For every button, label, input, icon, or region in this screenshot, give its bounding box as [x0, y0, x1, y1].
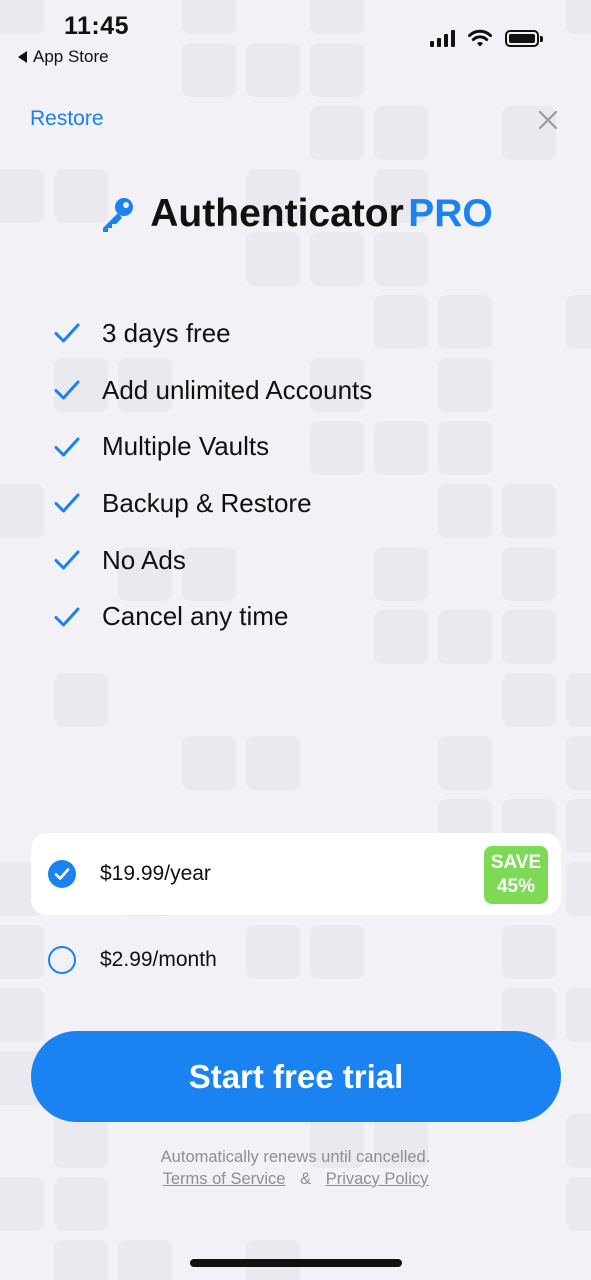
ampersand: &: [300, 1170, 312, 1188]
back-to-app-store[interactable]: App Store: [18, 47, 109, 67]
status-icons: [430, 28, 543, 48]
back-label: App Store: [33, 47, 109, 66]
checkmark-icon: [54, 380, 80, 400]
back-arrow-icon: [18, 51, 27, 63]
save-badge-line2: 45%: [496, 876, 536, 897]
checkmark-icon: [54, 437, 80, 457]
title-text: Authenticator: [150, 192, 404, 235]
plan-monthly-price: $2.99/month: [100, 948, 217, 971]
close-icon[interactable]: [532, 104, 564, 136]
start-free-trial-button[interactable]: Start free trial: [31, 1031, 561, 1122]
feature-label: No Ads: [102, 544, 186, 575]
feature-label: Multiple Vaults: [102, 431, 270, 462]
feature-label: Backup & Restore: [102, 487, 312, 518]
restore-button[interactable]: Restore: [30, 107, 104, 131]
feature-item: Cancel any time: [52, 588, 372, 645]
checkmark-icon: [54, 493, 80, 513]
cellular-signal-icon: [430, 29, 455, 47]
feature-item: Multiple Vaults: [52, 418, 372, 475]
footer: Automatically renews until cancelled. Te…: [0, 1146, 591, 1190]
feature-item: No Ads: [52, 532, 372, 589]
feature-label: Add unlimited Accounts: [102, 374, 373, 405]
plan-monthly[interactable]: $2.99/month: [31, 922, 561, 998]
checkmark-icon: [54, 607, 80, 627]
feature-label: Cancel any time: [102, 601, 289, 632]
terms-of-service-link[interactable]: Terms of Service: [163, 1170, 286, 1188]
plan-yearly-price: $19.99/year: [100, 862, 211, 885]
home-indicator[interactable]: [190, 1259, 402, 1267]
key-icon: [103, 198, 134, 232]
app-title: Authenticator PRO: [0, 192, 591, 236]
feature-item: Backup & Restore: [52, 475, 372, 532]
title-pro-label: PRO: [408, 192, 493, 235]
status-time: 11:45: [64, 12, 130, 40]
privacy-policy-link[interactable]: Privacy Policy: [326, 1170, 429, 1188]
battery-icon: [505, 29, 543, 47]
feature-label: 3 days free: [102, 317, 231, 348]
feature-list: 3 days free Add unlimited Accounts Multipl…: [52, 305, 372, 645]
plan-yearly[interactable]: $19.99/year SAVE 45%: [31, 833, 561, 915]
renewal-notice: Automatically renews until cancelled.: [160, 1148, 431, 1166]
checkmark-icon: [54, 550, 80, 570]
radio-unchecked-icon[interactable]: [48, 946, 76, 974]
wifi-icon: [468, 29, 492, 47]
paywall-screen: 11:45 App Store Restore Authenticator PR…: [0, 0, 591, 1280]
save-badge: SAVE 45%: [484, 846, 548, 904]
feature-item: Add unlimited Accounts: [52, 362, 372, 419]
feature-item: 3 days free: [52, 305, 372, 362]
radio-checked-icon[interactable]: [48, 860, 76, 888]
checkmark-icon: [54, 323, 80, 343]
save-badge-line1: SAVE: [490, 852, 542, 873]
